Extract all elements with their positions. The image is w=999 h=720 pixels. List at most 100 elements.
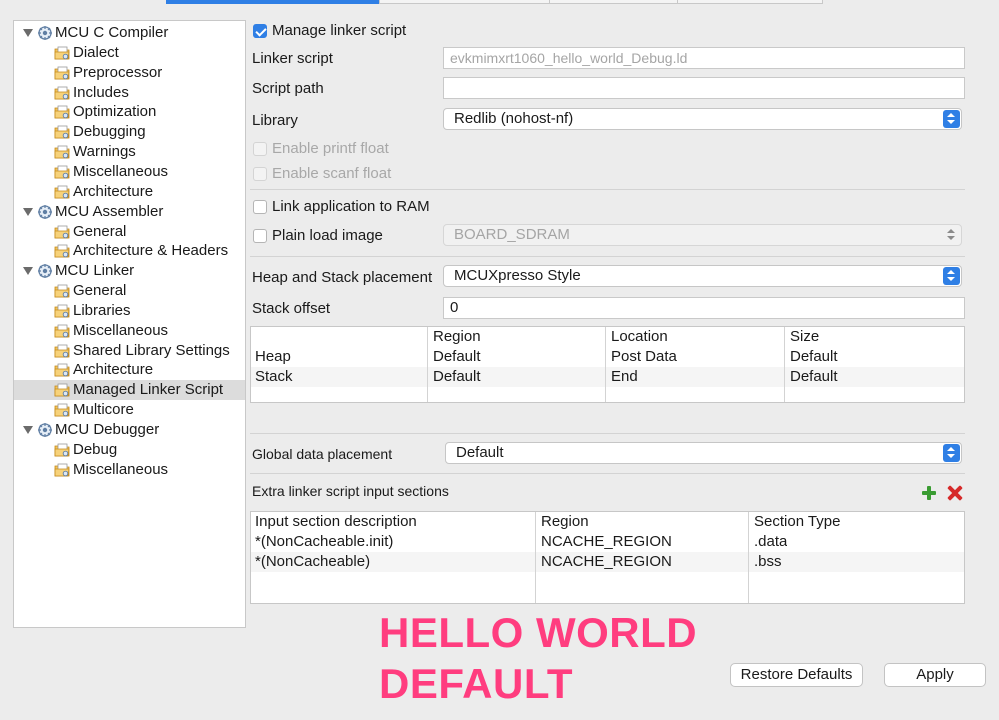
tree-item-preprocessor[interactable]: Preprocessor: [14, 63, 245, 83]
separator: [250, 189, 965, 190]
tab[interactable]: [549, 0, 679, 4]
column-header[interactable]: Section Type: [751, 512, 840, 532]
tree-item-label: Miscellaneous: [73, 460, 169, 478]
table-cell: Default: [790, 348, 838, 365]
tree-item-includes[interactable]: Includes: [14, 83, 245, 103]
extra-sections-label: Extra linker script input sections: [252, 483, 449, 499]
tree-item-optimization[interactable]: Optimization: [14, 102, 245, 122]
table-cell: .bss: [754, 553, 782, 570]
manage-linker-script-label: Manage linker script: [272, 22, 407, 39]
separator: [250, 256, 965, 257]
settings-folder-icon: [54, 243, 71, 259]
gear-icon: [37, 204, 54, 220]
tree-item-managed-linker-script[interactable]: Managed Linker Script: [14, 380, 245, 401]
column-header[interactable]: [252, 327, 255, 347]
enable-scanf-float-label: Enable scanf float: [272, 165, 392, 182]
tree-group-mcu-debugger[interactable]: MCU Debugger: [14, 420, 245, 440]
stack-offset-label: Stack offset: [252, 300, 331, 317]
tab-active[interactable]: [166, 0, 381, 4]
plain-load-image-select[interactable]: BOARD_SDRAM: [443, 224, 962, 246]
library-select-value: Redlib (nohost-nf): [454, 110, 574, 127]
input-sections-table: Input section description Region Section T…: [250, 511, 965, 604]
tree-item-miscellaneous[interactable]: Miscellaneous: [14, 460, 245, 480]
chevron-down-icon[interactable]: [23, 267, 33, 276]
column-header[interactable]: Input section description: [252, 512, 417, 532]
tree-item-multicore[interactable]: Multicore: [14, 400, 245, 420]
settings-folder-icon: [54, 283, 71, 299]
column-divider: [535, 512, 536, 603]
settings-folder-icon: [54, 65, 71, 81]
tree-group-label: MCU Linker: [55, 262, 135, 280]
stack-offset-field[interactable]: 0: [443, 297, 965, 319]
global-data-placement-select[interactable]: Default: [445, 442, 962, 464]
script-path-field[interactable]: [443, 77, 965, 99]
library-select[interactable]: Redlib (nohost-nf): [443, 108, 962, 130]
table-row[interactable]: Stack Default End Default: [251, 367, 964, 387]
managed-linker-script-panel: Manage linker script Linker script evkmi…: [248, 18, 988, 638]
settings-folder-icon: [54, 144, 71, 160]
column-header[interactable]: Size: [787, 327, 819, 347]
column-header[interactable]: Region: [538, 512, 589, 532]
tree-item-dialect[interactable]: Dialect: [14, 43, 245, 63]
column-header[interactable]: Location: [608, 327, 668, 347]
tree-item-miscellaneous[interactable]: Miscellaneous: [14, 321, 245, 341]
tree-item-general[interactable]: General: [14, 281, 245, 301]
column-header[interactable]: Region: [430, 327, 481, 347]
table-row[interactable]: Heap Default Post Data Default: [251, 347, 964, 367]
gear-icon: [37, 263, 54, 279]
restore-defaults-button[interactable]: Restore Defaults: [730, 663, 863, 687]
column-divider: [605, 327, 606, 402]
tree-group-mcu-c-compiler[interactable]: MCU C Compiler: [14, 23, 245, 43]
enable-scanf-float-checkbox[interactable]: [253, 167, 267, 181]
tree-item-label: Miscellaneous: [73, 321, 169, 339]
top-tab-strip: [0, 0, 999, 4]
select-arrows-icon: [943, 226, 960, 244]
tree-item-warnings[interactable]: Warnings: [14, 142, 245, 162]
apply-button[interactable]: Apply: [884, 663, 986, 687]
tree-group-mcu-linker[interactable]: MCU Linker: [14, 261, 245, 281]
heap-stack-placement-select[interactable]: MCUXpresso Style: [443, 265, 962, 287]
select-arrows-icon: [943, 267, 960, 285]
tree-item-shared-library-settings[interactable]: Shared Library Settings: [14, 341, 245, 361]
tree-item-label: Managed Linker Script: [73, 381, 224, 399]
tree-item-libraries[interactable]: Libraries: [14, 301, 245, 321]
tree-item-architecture[interactable]: Architecture: [14, 360, 245, 380]
tab[interactable]: [379, 0, 551, 4]
heap-stack-table: Region Location Size Heap Default Post Data De…: [250, 326, 965, 403]
manage-linker-script-checkbox[interactable]: [253, 24, 267, 38]
link-to-ram-checkbox[interactable]: [253, 200, 267, 214]
chevron-down-icon[interactable]: [23, 207, 33, 216]
settings-folder-icon: [54, 124, 71, 140]
linker-script-field[interactable]: evkmimxrt1060_hello_world_Debug.ld: [443, 47, 965, 69]
tree-item-label: Dialect: [73, 43, 119, 61]
table-cell: *(NonCacheable.init): [255, 533, 394, 550]
settings-folder-icon: [54, 104, 71, 120]
chevron-down-icon[interactable]: [23, 29, 33, 37]
table-cell: Post Data: [611, 348, 677, 365]
tree-item-architecture[interactable]: Architecture: [14, 182, 245, 202]
settings-tree: MCU C Compiler Dialect Preprocessor Include…: [13, 20, 246, 628]
linker-script-label: Linker script: [252, 50, 333, 67]
table-row[interactable]: *(NonCacheable.init) NCACHE_REGION .data: [251, 532, 964, 552]
tree-item-label: Miscellaneous: [73, 162, 169, 180]
script-path-label: Script path: [252, 80, 324, 97]
settings-folder-icon: [54, 45, 71, 61]
tree-group-label: MCU Debugger: [55, 421, 160, 438]
add-icon[interactable]: [921, 485, 937, 501]
table-row[interactable]: *(NonCacheable) NCACHE_REGION .bss: [251, 552, 964, 572]
column-divider: [427, 327, 428, 402]
delete-icon[interactable]: [947, 485, 963, 501]
tree-item-label: General: [73, 222, 127, 240]
tree-item-label: Architecture: [73, 182, 154, 200]
tab[interactable]: [677, 0, 823, 4]
tree-item-debugging[interactable]: Debugging: [14, 122, 245, 142]
tree-item-miscellaneous[interactable]: Miscellaneous: [14, 162, 245, 182]
plain-load-image-checkbox[interactable]: [253, 229, 267, 243]
tree-item-general[interactable]: General: [14, 222, 245, 242]
chevron-down-icon[interactable]: [23, 426, 33, 434]
tree-item-label: Warnings: [73, 143, 136, 161]
tree-item-debug[interactable]: Debug: [14, 440, 245, 460]
tree-item-architecture-headers[interactable]: Architecture & Headers: [14, 241, 245, 261]
enable-printf-float-checkbox[interactable]: [253, 142, 267, 156]
tree-group-mcu-assembler[interactable]: MCU Assembler: [14, 202, 245, 222]
